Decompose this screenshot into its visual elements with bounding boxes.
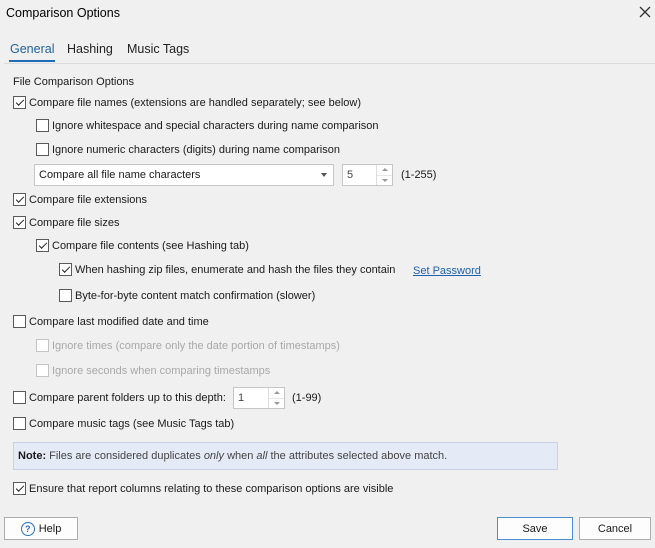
spin-down-icon [381, 178, 388, 182]
spin-down-button[interactable] [269, 399, 284, 409]
spin-down-button[interactable] [377, 176, 392, 186]
parent-depth-value: 1 [238, 392, 245, 404]
spin-down-icon [273, 401, 280, 405]
compare-modified-label: Compare last modified date and time [29, 315, 209, 328]
compare-extensions-option[interactable]: Compare file extensions [13, 193, 147, 206]
cancel-button[interactable]: Cancel [579, 517, 651, 540]
close-icon [639, 6, 651, 18]
ensure-columns-option[interactable]: Ensure that report columns relating to t… [13, 482, 393, 495]
name-chars-count-value: 5 [347, 169, 354, 181]
ignore-whitespace-option[interactable]: Ignore whitespace and special characters… [36, 119, 379, 132]
compare-names-label: Compare file names (extensions are handl… [29, 96, 362, 109]
compare-parent-checkbox[interactable] [13, 391, 26, 404]
parent-depth-range: (1-99) [292, 392, 322, 404]
ignore-seconds-option: Ignore seconds when comparing timestamps [36, 364, 270, 377]
compare-music-tags-label: Compare music tags (see Music Tags tab) [29, 417, 235, 430]
ignore-times-option: Ignore times (compare only the date port… [36, 339, 340, 352]
section-title: File Comparison Options [13, 76, 135, 88]
compare-extensions-label: Compare file extensions [29, 193, 148, 206]
compare-parent-label: Compare parent folders up to this depth: [29, 391, 226, 404]
ignore-seconds-label: Ignore seconds when comparing timestamps [52, 364, 271, 377]
tab-music-tags[interactable]: Music Tags [127, 42, 189, 56]
ignore-whitespace-checkbox[interactable] [36, 119, 49, 132]
ignore-numeric-checkbox[interactable] [36, 143, 49, 156]
active-tab-indicator [9, 60, 55, 62]
note-label: Note: [18, 450, 47, 462]
note-text-1: Files are considered duplicates [49, 450, 201, 462]
compare-names-checkbox[interactable] [13, 96, 26, 109]
compare-contents-checkbox[interactable] [36, 239, 49, 252]
compare-sizes-checkbox[interactable] [13, 216, 26, 229]
compare-parent-option[interactable]: Compare parent folders up to this depth: [13, 391, 226, 404]
byte-for-byte-option[interactable]: Byte-for-byte content match confirmation… [59, 289, 315, 302]
spin-up-icon [273, 391, 280, 395]
name-chars-select-value: Compare all file name characters [39, 169, 201, 181]
tab-hashing[interactable]: Hashing [67, 42, 113, 56]
spin-up-button[interactable] [269, 388, 284, 399]
hash-zip-checkbox[interactable] [59, 263, 72, 276]
byte-for-byte-label: Byte-for-byte content match confirmation… [75, 289, 316, 302]
ignore-whitespace-label: Ignore whitespace and special characters… [52, 119, 379, 132]
parent-depth-stepper[interactable]: 1 [233, 387, 285, 409]
hash-zip-label: When hashing zip files, enumerate and ha… [75, 263, 396, 276]
save-button[interactable]: Save [497, 517, 573, 540]
byte-for-byte-checkbox[interactable] [59, 289, 72, 302]
ensure-columns-checkbox[interactable] [13, 482, 26, 495]
compare-names-option[interactable]: Compare file names (extensions are handl… [13, 96, 361, 109]
spin-up-button[interactable] [377, 165, 392, 176]
close-button[interactable] [636, 2, 654, 22]
chevron-down-icon [321, 173, 327, 177]
compare-music-tags-checkbox[interactable] [13, 417, 26, 430]
set-password-link[interactable]: Set Password [413, 265, 481, 277]
spin-up-icon [381, 168, 388, 172]
tab-divider [4, 63, 655, 64]
note-emphasis-only: only [203, 450, 224, 462]
duplicates-note: Note: Files are considered duplicates on… [13, 442, 558, 470]
note-text-3: the attributes selected above match. [270, 450, 448, 462]
compare-music-tags-option[interactable]: Compare music tags (see Music Tags tab) [13, 417, 234, 430]
window-title: Comparison Options [6, 6, 120, 20]
name-chars-range: (1-255) [401, 169, 437, 181]
name-chars-count-stepper[interactable]: 5 [342, 164, 393, 186]
ignore-times-checkbox [36, 339, 49, 352]
ignore-times-label: Ignore times (compare only the date port… [52, 339, 340, 352]
compare-modified-option[interactable]: Compare last modified date and time [13, 315, 209, 328]
compare-contents-option[interactable]: Compare file contents (see Hashing tab) [36, 239, 249, 252]
hash-zip-option[interactable]: When hashing zip files, enumerate and ha… [59, 263, 395, 276]
compare-contents-label: Compare file contents (see Hashing tab) [52, 239, 249, 252]
compare-modified-checkbox[interactable] [13, 315, 26, 328]
ignore-numeric-option[interactable]: Ignore numeric characters (digits) durin… [36, 143, 340, 156]
help-label: Help [38, 522, 62, 535]
compare-sizes-label: Compare file sizes [29, 216, 120, 229]
note-text-2: when [227, 450, 254, 462]
help-button[interactable]: ? Help [4, 517, 78, 540]
name-chars-select[interactable]: Compare all file name characters [34, 164, 334, 186]
ignore-seconds-checkbox [36, 364, 49, 377]
compare-extensions-checkbox[interactable] [13, 193, 26, 206]
note-emphasis-all: all [256, 450, 268, 462]
compare-sizes-option[interactable]: Compare file sizes [13, 216, 119, 229]
ensure-columns-label: Ensure that report columns relating to t… [29, 482, 394, 495]
ignore-numeric-label: Ignore numeric characters (digits) durin… [52, 143, 340, 156]
tab-general[interactable]: General [10, 42, 54, 56]
help-icon: ? [20, 521, 35, 536]
